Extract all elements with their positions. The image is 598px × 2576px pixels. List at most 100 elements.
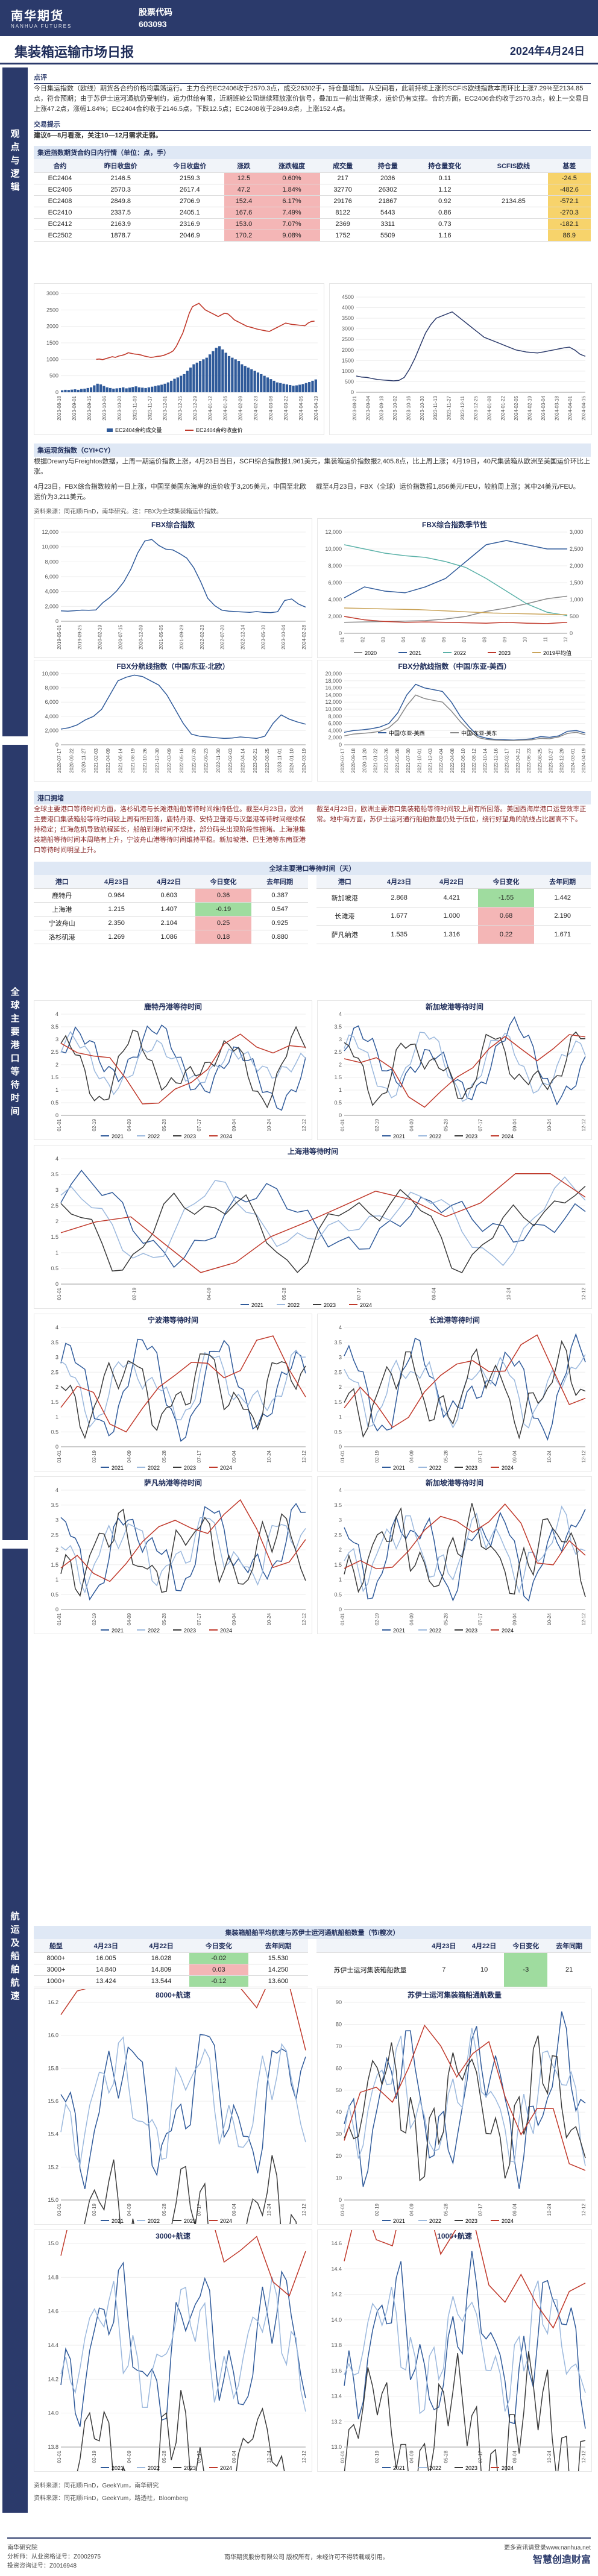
table-row: 萨凡纳港 1.535 1.316 0.22 1.671	[316, 925, 591, 944]
side-char: 航	[10, 1911, 20, 1922]
table-cell: 21867	[365, 195, 411, 207]
y-tick-label: 3.5	[51, 1024, 58, 1030]
chart-title: FBX综合指数季节性	[422, 520, 487, 529]
table-row: EC2404 2146.5 2159.3 12.5 0.60% 217 2036 0.11 -2…	[34, 172, 591, 184]
y-tick-label: 8,000	[45, 685, 58, 691]
chart-title: 宁波港等待时间	[148, 1315, 198, 1324]
x-tick-label: 07-17	[478, 1450, 483, 1462]
x-tick-label: 12-12	[301, 1118, 307, 1131]
y-tick-label: 3	[55, 1036, 58, 1042]
footer-analyst: 南华研究院	[7, 2545, 37, 2551]
y-tick-label: 6,000	[45, 699, 58, 705]
y-tick-label: 1.5	[334, 1562, 342, 1568]
x-tick-label: 02-19	[374, 2203, 380, 2216]
table-cell: 3311	[365, 218, 411, 230]
legend-label: 2021	[393, 1133, 405, 1139]
y-tick-label: 10,000	[325, 546, 342, 552]
fbx-seasonal-chart: FBX综合指数季节性 12,000 10,000 8,000 6,000 4,000 2,0…	[317, 518, 592, 658]
fbx-section: 集运现货指数（CYI+CY） 根据Drewry与Freightos数据，上周一期…	[34, 439, 591, 515]
volume-bar	[64, 389, 67, 392]
volume-bar	[86, 387, 89, 392]
futures-table: 合约 昨日收盘价 今日收盘价 涨跌 涨跌幅度 成交量 持仓量 持仓量变化 SCFIS欧线 基差 E…	[34, 159, 591, 242]
x-tick-label: 12-12	[581, 2203, 587, 2216]
scfis-chart: 4500 4000 3500 3000 2500 2000 1500 1000 500 0 2023…	[329, 283, 592, 435]
x-tick-label: 2021-09-29	[179, 624, 184, 649]
y-tick-label: 2	[55, 1062, 58, 1068]
y-tick-label: 13.6	[331, 2368, 342, 2374]
y-tick-label: 13.8	[331, 2342, 342, 2348]
volume-bar	[282, 383, 285, 392]
x-tick-label: 09-04	[431, 1287, 436, 1300]
volume-bar	[215, 348, 218, 392]
y-tick-label: 2.5	[334, 1049, 342, 1055]
footer-right: 更多资讯请登录www.nanhua.net 智慧创造财富	[504, 2542, 591, 2566]
legend-label: 2024	[220, 2465, 232, 2471]
y-tick-label: 0	[55, 1444, 58, 1450]
x-tick-label: 07-17	[478, 1612, 483, 1625]
x-tick-label: 10-24	[547, 1450, 552, 1462]
series-line	[344, 1505, 586, 1594]
summary-section: 点评 今日集运指数（欧线）期货各合约价格均震荡运行。主力合约EC2406收于25…	[34, 67, 591, 242]
table-cell: 9.08%	[263, 230, 321, 242]
y-tick-label: 18,000	[325, 678, 342, 684]
x-tick-label: 2024-01-12	[208, 395, 213, 420]
y-tick-label: 6,000	[45, 574, 58, 580]
volume-bar	[96, 383, 99, 392]
table-cell: 2.104	[142, 916, 195, 930]
y-tick-label: 1.5	[334, 1074, 342, 1080]
report-header: 南华期货 NANHUA FUTURES 股票代码 603093	[0, 0, 598, 36]
table-cell: 1.316	[425, 925, 478, 944]
x-tick-label: 2022-03-09	[167, 748, 172, 772]
x-tick-label: 09-04	[231, 2203, 237, 2216]
x-tick-label: 07	[462, 636, 467, 642]
side-char: 航	[10, 1978, 20, 1988]
table-cell: 16.005	[78, 1952, 134, 1964]
x-tick-label: 09-04	[512, 1450, 518, 1462]
table-cell	[479, 230, 548, 242]
table-cell: 86.9	[547, 230, 591, 242]
volume-bar	[157, 385, 160, 392]
table-cell: 14.840	[78, 1964, 134, 1976]
y-tick-label: 15.4	[48, 2131, 58, 2137]
x-tick-label: 01	[340, 636, 345, 642]
x-tick-label: 12-12	[581, 1287, 587, 1300]
legend-label: 2022	[148, 1133, 160, 1139]
y2-tick-label: 1,000	[570, 597, 584, 603]
sources: 资料来源：同花顺iFinD，GeekYum，南华研究 资料来源：同花顺iFinD…	[34, 2477, 591, 2502]
series-line	[60, 1173, 586, 1273]
trade-tip-tag: 交易提示	[34, 118, 591, 131]
table-row: 上海港 1.215 1.407 -0.19 0.547	[34, 902, 308, 917]
legend-label: 2021	[112, 2218, 124, 2224]
table-cell: 7	[424, 1952, 464, 1987]
volume-bar	[314, 379, 317, 392]
table-row: 鹿特丹 0.964 0.603 0.36 0.387	[34, 888, 308, 903]
ec2404-chart: 3000 2500 2000 1500 1000 500 0 2023-08-18 2023-0…	[34, 283, 324, 435]
table-header-cell: 成交量	[320, 159, 365, 173]
volume-bar	[160, 384, 163, 392]
y-tick-label: 4000	[342, 305, 354, 311]
table-row: EC2410 2337.5 2405.1 167.6 7.49% 8122 5443 0.86…	[34, 207, 591, 219]
y-tick-label: 2	[339, 1384, 342, 1390]
table-header-cell: 4月23日	[424, 1939, 464, 1953]
legend-label: 2023	[465, 2218, 477, 2224]
x-tick-label: 2023-10-20	[117, 395, 122, 420]
x-tick-label: 01-01	[57, 1612, 62, 1625]
x-tick-label: 01-01	[57, 1118, 62, 1131]
table-cell: 0.925	[251, 916, 308, 930]
fbx-text-right: 截至4月23日，FBX（全球）运价指数报1,856美元/FEU，较前周上涨；其中…	[316, 483, 580, 490]
seasonal-chart: 鹿特丹港等待时间 4 3.5 3 2.5 2 1.5 1 0.5 0 01-01 02-19 04-09…	[34, 1000, 312, 1140]
y-tick-label: 4	[339, 1324, 342, 1330]
table-cell: 1.215	[90, 902, 143, 917]
side-label-speed: 航运及船舶航速	[2, 1549, 28, 2513]
volume-bar	[134, 386, 137, 392]
x-tick-label: 05-28	[282, 1287, 287, 1300]
y-tick-label: 3	[339, 1036, 342, 1042]
side-char: 球	[10, 1000, 20, 1011]
table-header-cell: 今日变化	[195, 875, 252, 889]
y-tick-label: 4,000	[328, 597, 342, 603]
volume-bar	[311, 380, 314, 392]
table-cell: 1.12	[410, 184, 480, 196]
x-tick-label: 04-09	[409, 1450, 414, 1462]
series-line	[60, 1338, 306, 1442]
volume-bar	[253, 371, 256, 392]
